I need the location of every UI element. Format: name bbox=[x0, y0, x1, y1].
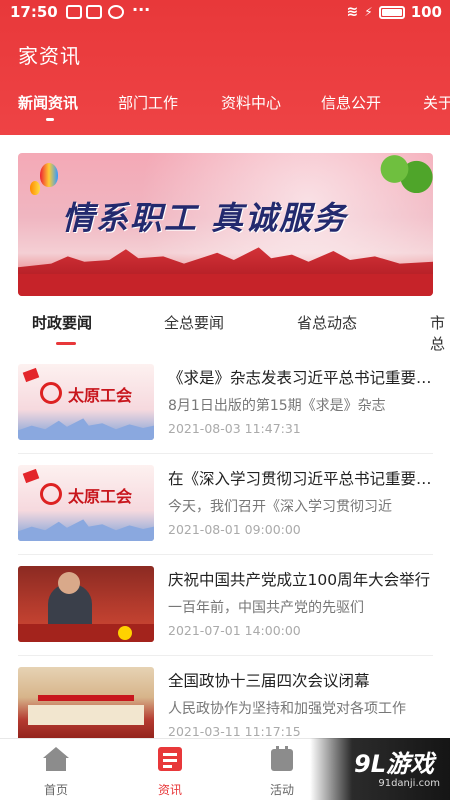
balloon-icon bbox=[40, 163, 58, 187]
union-emblem-icon bbox=[40, 382, 62, 404]
nav-home-label: 首页 bbox=[43, 783, 68, 797]
thumbnail-text: 太原工会 bbox=[68, 386, 133, 405]
hall-banner bbox=[38, 695, 134, 701]
status-time: 17:50 bbox=[10, 3, 58, 21]
leaves-decoration bbox=[378, 153, 433, 193]
home-icon bbox=[43, 747, 69, 771]
thumbnail-text: 太原工会 bbox=[68, 487, 133, 506]
tab-info-disclosure[interactable]: 信息公开 bbox=[321, 92, 381, 113]
hall-stage bbox=[28, 705, 144, 725]
tab-news[interactable]: 新闻资讯 bbox=[18, 92, 78, 113]
nav-home[interactable]: 首页 bbox=[26, 745, 86, 798]
tab-national-union[interactable]: 全总要闻 bbox=[164, 312, 224, 333]
chat-icon bbox=[108, 5, 124, 19]
news-icon bbox=[158, 747, 182, 771]
page-title: 家资讯 bbox=[18, 44, 81, 68]
status-bar: 17:50 ··· ≋ ⚡ 100 bbox=[0, 0, 450, 26]
news-item[interactable]: 庆祝中国共产党成立100周年大会举行 一百年前，中国共产党的先驱们 2021-0… bbox=[18, 566, 433, 656]
news-thumbnail: 太原工会 bbox=[18, 364, 154, 440]
category-indicator bbox=[56, 342, 76, 345]
news-item[interactable]: 太原工会 《求是》杂志发表习近平总书记重要文章 8月1日出版的第15期《求是》杂… bbox=[18, 364, 433, 454]
tab-city-union[interactable]: 市总 bbox=[430, 312, 450, 354]
news-title: 在《深入学习贯彻习近平总书记重要讲话 bbox=[168, 470, 433, 488]
notification-icon bbox=[66, 5, 82, 19]
activity-icon bbox=[271, 746, 293, 771]
news-thumbnail: 太原工会 bbox=[18, 465, 154, 541]
tab-indicator bbox=[46, 118, 54, 121]
flag-icon bbox=[22, 468, 40, 484]
charging-icon: ⚡ bbox=[364, 5, 373, 19]
status-right: ≋ ⚡ 100 bbox=[347, 3, 442, 21]
news-summary: 今天，我们召开《深入学习贯彻习近 bbox=[168, 499, 392, 515]
news-item[interactable]: 太原工会 在《深入学习贯彻习近平总书记重要讲话 今天，我们召开《深入学习贯彻习近… bbox=[18, 465, 433, 555]
tab-data-center[interactable]: 资料中心 bbox=[221, 92, 281, 113]
battery-level: 100 bbox=[410, 3, 442, 21]
wifi-icon: ≋ bbox=[346, 4, 359, 20]
news-title: 全国政协十三届四次会议闭幕 bbox=[168, 672, 370, 690]
nav-activity-label: 活动 bbox=[269, 783, 294, 797]
nav-activity[interactable]: 活动 bbox=[252, 745, 312, 798]
party-emblem-icon bbox=[118, 626, 132, 640]
news-date: 2021-03-11 11:17:15 bbox=[168, 724, 301, 739]
news-thumbnail bbox=[18, 667, 154, 743]
tab-department-work[interactable]: 部门工作 bbox=[118, 92, 178, 113]
news-title: 《求是》杂志发表习近平总书记重要文章 bbox=[168, 369, 433, 387]
news-date: 2021-07-01 14:00:00 bbox=[168, 623, 301, 638]
skyline bbox=[18, 519, 154, 541]
speaker-head bbox=[58, 572, 80, 594]
flag-icon bbox=[22, 367, 40, 383]
news-summary: 一百年前，中国共产党的先驱们 bbox=[168, 600, 364, 616]
tab-provincial-union[interactable]: 省总动态 bbox=[297, 312, 357, 333]
podium bbox=[18, 624, 154, 642]
banner[interactable]: 情系职工 真诚服务 bbox=[18, 153, 433, 296]
news-date: 2021-08-01 09:00:00 bbox=[168, 522, 301, 537]
more-icon: ··· bbox=[132, 0, 151, 19]
top-tabs: 新闻资讯 部门工作 资料中心 信息公开 关于 bbox=[0, 92, 450, 132]
news-thumbnail bbox=[18, 566, 154, 642]
skyline bbox=[18, 418, 154, 440]
message-icon bbox=[86, 5, 102, 19]
banner-ground bbox=[18, 274, 433, 296]
tab-about[interactable]: 关于 bbox=[423, 92, 450, 113]
nav-news-label: 资讯 bbox=[157, 783, 182, 797]
category-tabs: 时政要闻 全总要闻 省总动态 市总 bbox=[0, 312, 450, 353]
watermark-url: 91danji.com bbox=[378, 778, 440, 789]
banner-slogan: 情系职工 真诚服务 bbox=[62, 199, 348, 237]
tab-current-affairs[interactable]: 时政要闻 bbox=[32, 312, 92, 333]
balloon-icon bbox=[30, 181, 40, 195]
union-emblem-icon bbox=[40, 483, 62, 505]
news-summary: 人民政协作为坚持和加强党对各项工作 bbox=[168, 701, 406, 717]
watermark: 9L游戏 91danji.com bbox=[310, 738, 450, 800]
nav-news[interactable]: 资讯 bbox=[140, 745, 200, 798]
battery-icon bbox=[378, 5, 405, 19]
news-title: 庆祝中国共产党成立100周年大会举行 bbox=[168, 571, 431, 589]
bottom-nav: 首页 资讯 活动 9L游戏 91danji.com bbox=[0, 738, 450, 800]
watermark-text: 9L游戏 bbox=[354, 750, 434, 778]
news-summary: 8月1日出版的第15期《求是》杂志 bbox=[168, 398, 386, 414]
news-date: 2021-08-03 11:47:31 bbox=[168, 421, 301, 436]
app-header: 17:50 ··· ≋ ⚡ 100 家资讯 新闻资讯 部门工作 资料中心 信息公… bbox=[0, 0, 450, 135]
